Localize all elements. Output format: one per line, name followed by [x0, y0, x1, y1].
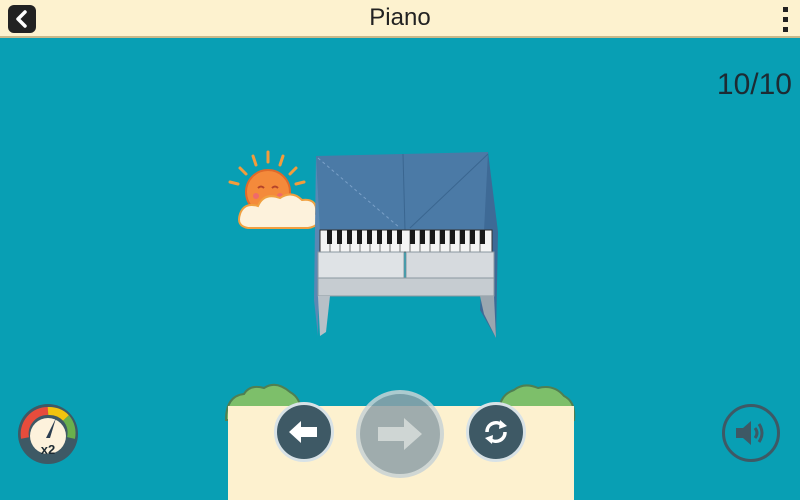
- arrow-right-icon: [378, 418, 422, 450]
- replay-button[interactable]: [466, 402, 526, 462]
- sound-toggle-button[interactable]: [722, 404, 780, 462]
- next-step-button[interactable]: [356, 390, 444, 478]
- speedometer-icon: x2: [18, 404, 78, 464]
- speaker-icon: [736, 421, 764, 445]
- previous-step-button[interactable]: [274, 402, 334, 462]
- piano-illustration: [314, 152, 498, 338]
- refresh-icon: [485, 420, 507, 444]
- speed-label: x2: [41, 442, 55, 457]
- speed-button[interactable]: x2: [16, 402, 80, 466]
- arrow-left-icon: [289, 421, 317, 443]
